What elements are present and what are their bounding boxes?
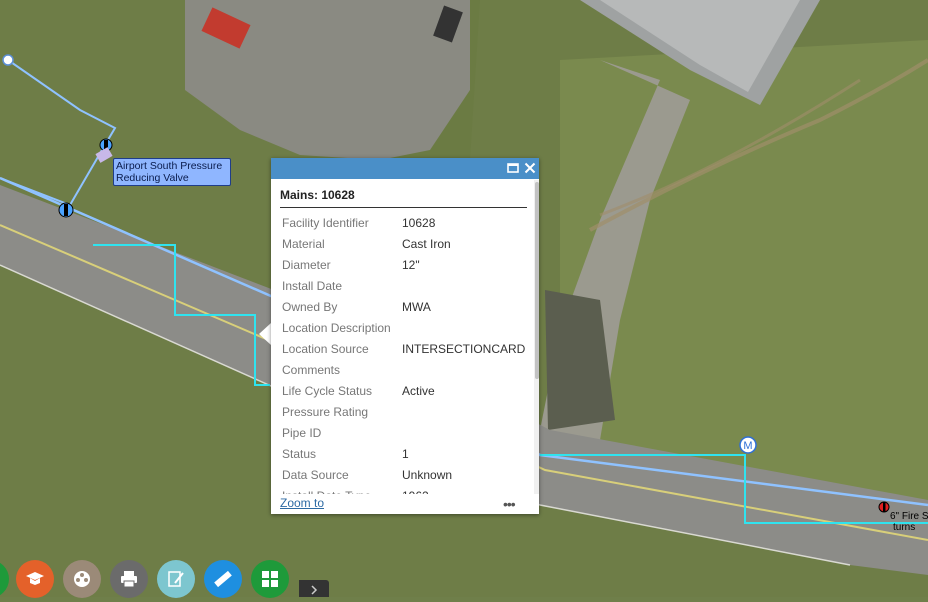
valve-label: Airport South Pressure Reducing Valve bbox=[113, 158, 231, 186]
valve-label-line2: Reducing Valve bbox=[116, 172, 189, 184]
close-icon[interactable] bbox=[522, 160, 538, 176]
chevron-right-icon bbox=[311, 585, 318, 595]
more-actions-icon[interactable]: ••• bbox=[503, 496, 516, 512]
print-button[interactable] bbox=[110, 560, 148, 598]
attribute-value: Active bbox=[402, 384, 435, 398]
attribute-value: Unknown bbox=[402, 468, 453, 482]
attribute-table[interactable]: Facility Identifier 10628 Material Cast Ir… bbox=[271, 213, 539, 494]
attribute-value: Cast Iron bbox=[402, 237, 451, 251]
maximize-icon[interactable] bbox=[505, 160, 521, 176]
popup-footer: Zoom to ••• bbox=[271, 494, 539, 514]
popup-header bbox=[271, 158, 539, 179]
attribute-key: Location Description bbox=[282, 321, 391, 335]
attribute-key: Install Date bbox=[282, 279, 343, 293]
attribute-row: Install Date Type 1962 bbox=[282, 486, 527, 494]
attribute-row: Diameter 12" bbox=[282, 255, 527, 276]
ruler-icon bbox=[214, 570, 232, 588]
attribute-key: Diameter bbox=[282, 258, 331, 272]
title-divider bbox=[280, 207, 527, 208]
film-button[interactable] bbox=[63, 560, 101, 598]
attribute-key: Data Source bbox=[282, 468, 349, 482]
hydrant-label-line1: 6" Fire S bbox=[890, 511, 928, 522]
popup-title: Mains: 10628 bbox=[280, 188, 355, 202]
hydrant-label-line2: turns bbox=[893, 522, 916, 533]
draw-button[interactable] bbox=[157, 560, 195, 598]
attribute-key: Status bbox=[282, 447, 317, 461]
attribute-row: Pressure Rating bbox=[282, 402, 527, 423]
popup-scrollbar-thumb[interactable] bbox=[535, 182, 539, 379]
attribute-key: Comments bbox=[282, 363, 341, 377]
attribute-row: Owned By MWA bbox=[282, 297, 527, 318]
attribute-row: Status 1 bbox=[282, 444, 527, 465]
feature-popup: Mains: 10628 Facility Identifier 10628 Ma… bbox=[271, 158, 539, 514]
attribute-row: Facility Identifier 10628 bbox=[282, 213, 527, 234]
zoom-to-link[interactable]: Zoom to bbox=[280, 496, 324, 510]
attribute-row: Material Cast Iron bbox=[282, 234, 527, 255]
toolbar-collapse-button[interactable] bbox=[299, 580, 329, 597]
attribute-key: Install Date Type bbox=[282, 486, 371, 494]
attribute-value: INTERSECTIONCARD bbox=[402, 342, 526, 356]
attribute-row: Location Source INTERSECTIONCARD bbox=[282, 339, 527, 360]
widgets-button[interactable] bbox=[251, 560, 289, 598]
attribute-value: 1962 bbox=[402, 486, 429, 494]
printer-icon bbox=[121, 571, 137, 588]
attribute-row: Location Description bbox=[282, 318, 527, 339]
attribute-row: Data Source Unknown bbox=[282, 465, 527, 486]
attribute-value: 12" bbox=[402, 258, 420, 272]
attribute-key: Material bbox=[282, 237, 325, 251]
edit-layer-icon bbox=[168, 571, 184, 587]
hydrant-label: 6" Fire S turns bbox=[890, 511, 928, 533]
attribute-row: Life Cycle Status Active bbox=[282, 381, 527, 402]
graduation-cap-icon bbox=[26, 572, 44, 585]
attribute-value: 10628 bbox=[402, 216, 436, 230]
attribute-key: Location Source bbox=[282, 342, 369, 356]
popup-pointer bbox=[259, 323, 271, 345]
grid-icon bbox=[262, 571, 278, 587]
attribute-key: Owned By bbox=[282, 300, 338, 314]
attribute-key: Facility Identifier bbox=[282, 216, 369, 230]
attribute-key: Pressure Rating bbox=[282, 405, 369, 419]
basemap-button[interactable] bbox=[16, 560, 54, 598]
attribute-key: Life Cycle Status bbox=[282, 384, 373, 398]
attribute-value: MWA bbox=[402, 300, 431, 314]
attribute-key: Pipe ID bbox=[282, 426, 322, 440]
attribute-value: 1 bbox=[402, 447, 409, 461]
meter-symbol: M bbox=[743, 440, 752, 452]
film-reel-icon bbox=[74, 571, 90, 587]
attribute-row: Install Date bbox=[282, 276, 527, 297]
attribute-row: Pipe ID bbox=[282, 423, 527, 444]
attribute-row: Comments bbox=[282, 360, 527, 381]
valve-label-line1: Airport South Pressure bbox=[116, 160, 223, 172]
measure-button[interactable] bbox=[204, 560, 242, 598]
